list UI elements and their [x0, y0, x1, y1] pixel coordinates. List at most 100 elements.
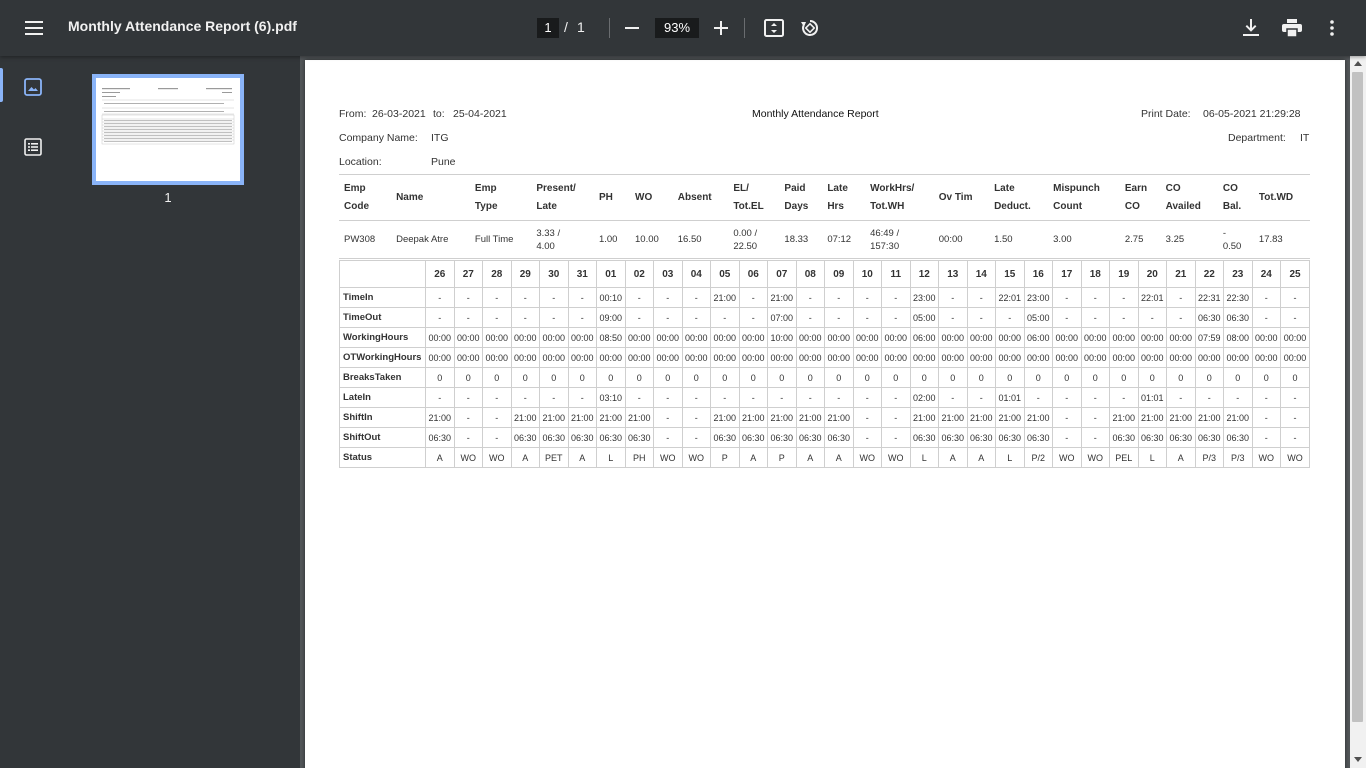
cell-text: 0.00 / [733, 227, 758, 239]
day-column-header: 29 [510, 260, 541, 288]
summary-column-header: CO Bal. [1217, 174, 1254, 221]
table-cell: 00:00 [824, 327, 854, 348]
table-cell: - [1052, 387, 1082, 408]
table-cell: 0 [966, 367, 997, 388]
zoom-level-input[interactable]: 93% [655, 18, 699, 38]
table-cell: - [653, 387, 683, 408]
table-cell: - [938, 387, 968, 408]
daily-header-row: 26 27 28 29 30 31 01 02 03 04 05 06 07 08 09 10 11 12 13 14… [338, 260, 1310, 288]
table-cell: - [624, 387, 655, 408]
table-cell: 00:00 [710, 347, 740, 368]
table-cell: 06:30 [909, 427, 940, 448]
active-indicator [0, 68, 3, 102]
table-cell: 06:30 [710, 427, 740, 448]
summary-column-header: Late Hrs [822, 174, 866, 221]
table-cell: - [1109, 307, 1139, 328]
page-number-input[interactable]: 1 [537, 18, 559, 38]
table-cell: 0 [824, 367, 854, 388]
table-cell: 00:00 [909, 347, 940, 368]
table-cell: - [1251, 387, 1282, 408]
thumbnails-icon[interactable] [20, 74, 46, 100]
summary-cell: 00:00 [933, 220, 990, 259]
rotate-icon[interactable] [798, 16, 822, 40]
table-cell: - [966, 387, 997, 408]
table-cell: L [995, 447, 1025, 468]
summary-cell: 17.83 [1253, 220, 1310, 259]
print-icon[interactable] [1280, 16, 1304, 40]
table-cell: 0 [1080, 367, 1111, 388]
day-column-header: 12 [909, 260, 940, 288]
day-column-header: 07 [767, 260, 797, 288]
cell-text: Bal. [1222, 200, 1242, 212]
cell-text: 10.00 [635, 234, 659, 245]
document-title: Monthly Attendance Report (6).pdf [68, 18, 297, 34]
row-label: WorkingHours [338, 327, 427, 348]
summary-cell: 07:12 [822, 220, 866, 259]
table-cell: A [1166, 447, 1196, 468]
cell-text: Late [994, 182, 1015, 194]
cell-text: - [1222, 227, 1227, 239]
table-cell: 00:00 [966, 347, 997, 368]
table-cell: L [596, 447, 626, 468]
print-date: 06-05-2021 21:29:28 [1203, 108, 1301, 120]
table-cell: 00:00 [938, 347, 968, 368]
table-cell: - [453, 407, 484, 428]
zoom-in-icon[interactable] [709, 16, 733, 40]
document-outline-icon[interactable] [20, 134, 46, 160]
table-cell: 0 [1251, 367, 1282, 388]
table-cell: - [681, 307, 712, 328]
table-cell: 21:00 [624, 407, 655, 428]
day-column-header: 26 [425, 260, 455, 288]
row-label: ShiftIn [338, 407, 427, 428]
scroll-down-arrow-icon[interactable] [1354, 757, 1362, 762]
more-options-icon[interactable] [1320, 16, 1344, 40]
table-cell: 00:00 [510, 347, 541, 368]
table-cell: - [852, 407, 883, 428]
table-cell: 00:00 [1280, 347, 1310, 368]
cell-text: 22.50 [733, 240, 758, 252]
scrollbar-thumb[interactable] [1352, 72, 1363, 722]
table-cell: 21:00 [710, 287, 740, 308]
table-cell: WO [1251, 447, 1282, 468]
table-cell: - [681, 427, 712, 448]
zoom-out-icon[interactable] [620, 16, 644, 40]
cell-text: Paid [784, 182, 806, 194]
summary-column-header: Present/Late [531, 174, 594, 221]
table-cell: - [425, 387, 455, 408]
download-icon[interactable] [1239, 16, 1263, 40]
table-cell: - [482, 287, 512, 308]
table-cell: 00:00 [1251, 347, 1282, 368]
summary-cell: 1.00 [593, 220, 630, 259]
table-cell: 0 [681, 367, 712, 388]
table-cell: 00:00 [1052, 327, 1082, 348]
table-cell: - [1080, 407, 1111, 428]
summary-cell: 3.25 [1160, 220, 1218, 259]
cell-text: Deepak Atre [396, 234, 449, 245]
table-cell: 00:00 [710, 327, 740, 348]
table-cell: WO [653, 447, 683, 468]
table-cell: P [767, 447, 797, 468]
table-cell: - [1137, 307, 1168, 328]
table-cell: 00:00 [966, 327, 997, 348]
cell-text: WorkHrs/ [870, 182, 915, 194]
table-cell: A [510, 447, 541, 468]
table-cell: - [1166, 307, 1196, 328]
table-cell: L [909, 447, 940, 468]
table-cell: 00:00 [425, 347, 455, 368]
table-cell: 00:00 [482, 347, 512, 368]
scroll-up-arrow-icon[interactable] [1354, 61, 1362, 66]
summary-table: Emp Code Name Emp Type Present/Late PH WO Absent… [339, 174, 1310, 259]
day-column-header: 06 [738, 260, 769, 288]
table-cell: A [738, 447, 769, 468]
table-cell: 00:00 [624, 347, 655, 368]
table-cell: WO [1052, 447, 1082, 468]
table-cell: 23:00 [1023, 287, 1054, 308]
document-viewer: From: 26-03-2021 to: 25-04-2021 Monthly … [300, 56, 1366, 768]
fit-to-page-icon[interactable] [762, 16, 786, 40]
table-cell: 00:00 [425, 327, 455, 348]
menu-icon[interactable] [18, 13, 50, 43]
page-thumbnail[interactable] [92, 74, 244, 185]
table-cell: - [710, 387, 740, 408]
table-cell: 00:00 [738, 327, 769, 348]
table-cell: 0 [1052, 367, 1082, 388]
